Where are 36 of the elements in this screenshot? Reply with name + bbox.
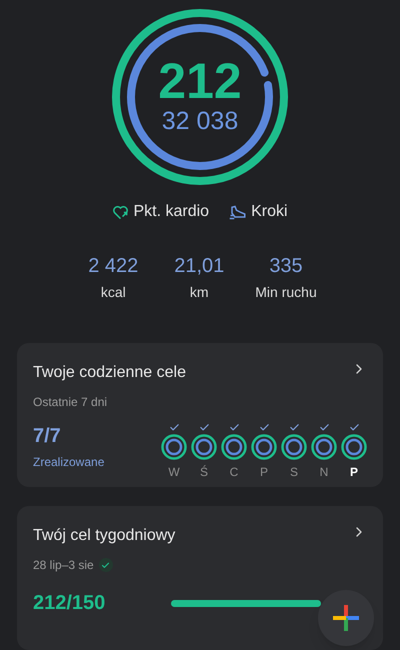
card-subtitle: Ostatnie 7 dni xyxy=(33,394,108,412)
card-title: Twój cel tygodniowy xyxy=(33,526,176,546)
day-label: N xyxy=(320,464,328,482)
stat-label: kcal xyxy=(100,283,126,302)
day-label: P xyxy=(260,464,268,482)
legend-label: Pkt. kardio xyxy=(133,202,210,222)
day-rings-icon xyxy=(251,434,277,460)
steps-value: 32 038 xyxy=(162,106,238,135)
day-label: C xyxy=(230,464,238,482)
plus-icon xyxy=(333,605,359,631)
day-rings-icon xyxy=(311,434,337,460)
goals-status: Zrealizowane xyxy=(33,454,104,472)
day-rings-icon xyxy=(341,434,367,460)
day-label: S xyxy=(290,464,298,482)
day-rings-icon xyxy=(161,434,187,460)
daily-goals-card[interactable]: Twoje codzienne cele Ostatnie 7 dni 7/7 Zrealizowane W Ś C P S N P xyxy=(17,343,383,488)
stat-label: Min ruchu xyxy=(255,283,317,302)
date-range: 28 lip–3 sie xyxy=(33,557,94,574)
cardio-points-value: 212 xyxy=(158,54,242,107)
day-label: W xyxy=(168,464,180,482)
weekly-count: 212/150 xyxy=(33,591,106,616)
day-label: P xyxy=(350,464,358,482)
day-label: Ś xyxy=(200,464,208,482)
weekly-goal-card[interactable]: Twój cel tygodniowy 28 lip–3 sie 212/150 xyxy=(17,506,383,650)
day-rings-icon xyxy=(221,434,247,460)
legend-label: Kroki xyxy=(251,202,288,222)
goals-count: 7/7 xyxy=(33,424,62,450)
heart-icon xyxy=(112,204,130,220)
stat-value: 2 422 xyxy=(88,254,138,278)
day-rings-icon xyxy=(281,434,307,460)
shoe-icon xyxy=(229,204,248,220)
stat-label: km xyxy=(190,283,209,302)
stat-value: 21,01 xyxy=(174,254,224,278)
card-title: Twoje codzienne cele xyxy=(33,363,186,384)
stat-value: 335 xyxy=(269,254,303,278)
day-rings-icon xyxy=(191,434,217,460)
